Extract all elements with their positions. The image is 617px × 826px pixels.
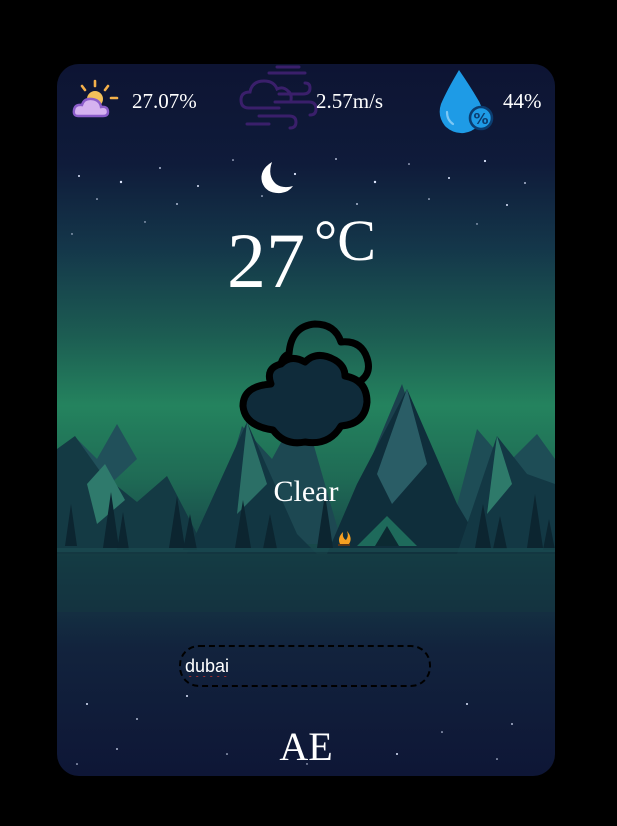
- humidity-drop-icon: %: [437, 68, 497, 136]
- wind-speed-value: 2.57m/s: [316, 89, 384, 113]
- country-code: AE: [279, 724, 333, 769]
- temperature-display: 27 °C: [227, 208, 397, 316]
- svg-text:%: %: [473, 110, 488, 128]
- humidity-value: 44%: [503, 89, 542, 113]
- clouds-icon: [237, 314, 377, 454]
- partly-cloudy-sun-icon: [71, 78, 119, 122]
- weather-card: 27.07% 2.57m/s % 44% 27 °C Clear dubai A…: [57, 64, 555, 776]
- weather-condition: Clear: [273, 475, 339, 508]
- city-search-input[interactable]: [179, 645, 431, 687]
- temperature-unit: °C: [314, 208, 376, 273]
- wind-cloud-icon: [239, 64, 319, 136]
- temperature-value: 27: [227, 217, 305, 304]
- cloudiness-value: 27.07%: [132, 89, 197, 113]
- crescent-moon-icon: [257, 158, 297, 198]
